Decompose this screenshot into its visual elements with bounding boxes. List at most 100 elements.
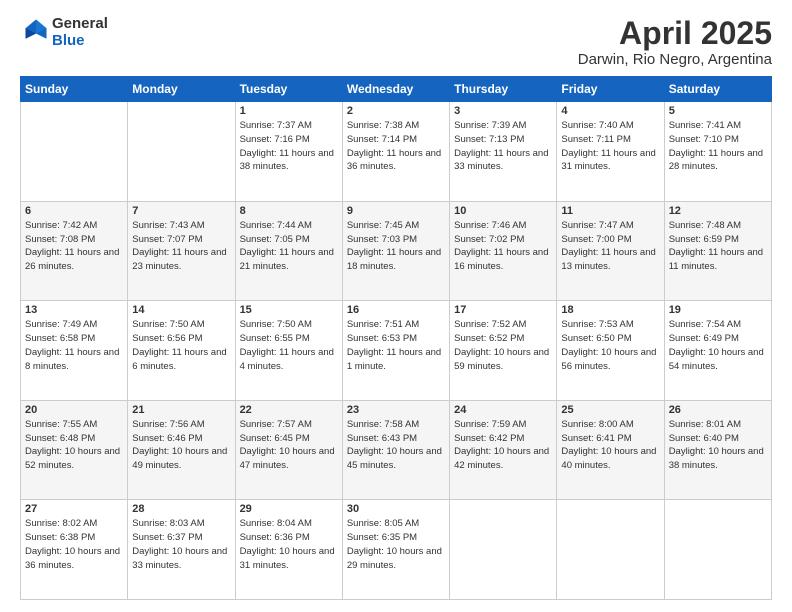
- sunrise: Sunrise: 7:43 AM: [132, 220, 204, 231]
- daylight: Daylight: 10 hours and 40 minutes.: [561, 446, 656, 471]
- sunrise: Sunrise: 7:59 AM: [454, 419, 526, 430]
- day-number: 28: [132, 503, 230, 515]
- day-number: 29: [240, 503, 338, 515]
- day-number: 17: [454, 304, 552, 316]
- calendar-cell: [557, 500, 664, 600]
- day-number: 5: [669, 105, 767, 117]
- day-header: Wednesday: [342, 77, 449, 102]
- calendar-cell: [21, 102, 128, 202]
- calendar-cell: 22Sunrise: 7:57 AMSunset: 6:45 PMDayligh…: [235, 400, 342, 500]
- day-number: 24: [454, 404, 552, 416]
- sunset: Sunset: 7:02 PM: [454, 234, 524, 245]
- sunset: Sunset: 6:50 PM: [561, 333, 631, 344]
- sunrise: Sunrise: 8:02 AM: [25, 518, 97, 529]
- calendar-cell: 30Sunrise: 8:05 AMSunset: 6:35 PMDayligh…: [342, 500, 449, 600]
- sunrise: Sunrise: 8:01 AM: [669, 419, 741, 430]
- sunrise: Sunrise: 7:56 AM: [132, 419, 204, 430]
- day-number: 15: [240, 304, 338, 316]
- sunset: Sunset: 6:37 PM: [132, 532, 202, 543]
- day-number: 27: [25, 503, 123, 515]
- calendar-week-row: 13Sunrise: 7:49 AMSunset: 6:58 PMDayligh…: [21, 301, 772, 401]
- day-info: Sunrise: 7:46 AMSunset: 7:02 PMDaylight:…: [454, 219, 552, 274]
- calendar-cell: 5Sunrise: 7:41 AMSunset: 7:10 PMDaylight…: [664, 102, 771, 202]
- calendar-cell: 7Sunrise: 7:43 AMSunset: 7:07 PMDaylight…: [128, 201, 235, 301]
- day-header: Monday: [128, 77, 235, 102]
- day-number: 3: [454, 105, 552, 117]
- sunrise: Sunrise: 7:58 AM: [347, 419, 419, 430]
- day-info: Sunrise: 8:03 AMSunset: 6:37 PMDaylight:…: [132, 517, 230, 572]
- daylight: Daylight: 10 hours and 33 minutes.: [132, 546, 227, 571]
- day-info: Sunrise: 8:01 AMSunset: 6:40 PMDaylight:…: [669, 418, 767, 473]
- calendar-cell: 1Sunrise: 7:37 AMSunset: 7:16 PMDaylight…: [235, 102, 342, 202]
- sunset: Sunset: 7:14 PM: [347, 134, 417, 145]
- daylight: Daylight: 11 hours and 28 minutes.: [669, 148, 763, 173]
- sunset: Sunset: 6:36 PM: [240, 532, 310, 543]
- calendar-cell: 23Sunrise: 7:58 AMSunset: 6:43 PMDayligh…: [342, 400, 449, 500]
- sunrise: Sunrise: 7:54 AM: [669, 319, 741, 330]
- calendar-cell: [664, 500, 771, 600]
- sunrise: Sunrise: 7:48 AM: [669, 220, 741, 231]
- day-info: Sunrise: 7:40 AMSunset: 7:11 PMDaylight:…: [561, 119, 659, 174]
- calendar-cell: 13Sunrise: 7:49 AMSunset: 6:58 PMDayligh…: [21, 301, 128, 401]
- sunset: Sunset: 7:11 PM: [561, 134, 631, 145]
- calendar-cell: 12Sunrise: 7:48 AMSunset: 6:59 PMDayligh…: [664, 201, 771, 301]
- calendar-cell: 17Sunrise: 7:52 AMSunset: 6:52 PMDayligh…: [450, 301, 557, 401]
- daylight: Daylight: 10 hours and 31 minutes.: [240, 546, 335, 571]
- calendar-cell: 3Sunrise: 7:39 AMSunset: 7:13 PMDaylight…: [450, 102, 557, 202]
- daylight: Daylight: 11 hours and 11 minutes.: [669, 247, 763, 272]
- sunrise: Sunrise: 8:05 AM: [347, 518, 419, 529]
- day-info: Sunrise: 7:57 AMSunset: 6:45 PMDaylight:…: [240, 418, 338, 473]
- daylight: Daylight: 10 hours and 42 minutes.: [454, 446, 549, 471]
- logo-blue: Blue: [52, 32, 85, 49]
- sunrise: Sunrise: 7:45 AM: [347, 220, 419, 231]
- logo-text: General Blue: [52, 16, 108, 49]
- daylight: Daylight: 10 hours and 29 minutes.: [347, 546, 442, 571]
- day-header: Sunday: [21, 77, 128, 102]
- daylight: Daylight: 10 hours and 47 minutes.: [240, 446, 335, 471]
- daylight: Daylight: 11 hours and 26 minutes.: [25, 247, 119, 272]
- calendar-cell: 8Sunrise: 7:44 AMSunset: 7:05 PMDaylight…: [235, 201, 342, 301]
- calendar-cell: 2Sunrise: 7:38 AMSunset: 7:14 PMDaylight…: [342, 102, 449, 202]
- day-info: Sunrise: 7:55 AMSunset: 6:48 PMDaylight:…: [25, 418, 123, 473]
- page: General Blue April 2025 Darwin, Rio Negr…: [0, 0, 792, 612]
- sunset: Sunset: 7:08 PM: [25, 234, 95, 245]
- calendar-cell: 16 Sunrise: 7:51 AMSunset: 6:53 PMDayligh…: [342, 301, 449, 401]
- daylight: Daylight: 11 hours and 21 minutes.: [240, 247, 334, 272]
- logo: General Blue: [20, 16, 108, 49]
- calendar-cell: 10 Sunrise: 7:46 AMSunset: 7:02 PMDayligh…: [450, 201, 557, 301]
- calendar-cell: 26Sunrise: 8:01 AMSunset: 6:40 PMDayligh…: [664, 400, 771, 500]
- day-number: 23: [347, 404, 445, 416]
- daylight: Daylight: 10 hours and 52 minutes.: [25, 446, 120, 471]
- day-number: 10: [454, 205, 552, 217]
- calendar-cell: [128, 102, 235, 202]
- day-info: Sunrise: 7:44 AMSunset: 7:05 PMDaylight:…: [240, 219, 338, 274]
- day-number: 16: [347, 304, 445, 316]
- main-title: April 2025: [578, 16, 772, 51]
- calendar-table: SundayMondayTuesdayWednesdayThursdayFrid…: [20, 76, 772, 600]
- day-number: 4: [561, 105, 659, 117]
- day-number: 18: [561, 304, 659, 316]
- sunset: Sunset: 6:55 PM: [240, 333, 310, 344]
- day-info: Sunrise: 7:50 AMSunset: 6:55 PMDaylight:…: [240, 318, 338, 373]
- sunset: Sunset: 6:48 PM: [25, 433, 95, 444]
- day-info: Sunrise: 7:48 AMSunset: 6:59 PMDaylight:…: [669, 219, 767, 274]
- day-info: Sunrise: 7:42 AMSunset: 7:08 PMDaylight:…: [25, 219, 123, 274]
- sunset: Sunset: 6:52 PM: [454, 333, 524, 344]
- day-info: Sunrise: 8:02 AMSunset: 6:38 PMDaylight:…: [25, 517, 123, 572]
- sunrise: Sunrise: 7:51 AM: [347, 319, 419, 330]
- header: General Blue April 2025 Darwin, Rio Negr…: [20, 16, 772, 68]
- daylight: Daylight: 11 hours and 38 minutes.: [240, 148, 334, 173]
- day-info: Sunrise: 7:38 AMSunset: 7:14 PMDaylight:…: [347, 119, 445, 174]
- day-header: Friday: [557, 77, 664, 102]
- day-info: Sunrise: 7:51 AMSunset: 6:53 PMDaylight:…: [347, 318, 445, 373]
- calendar-cell: 18Sunrise: 7:53 AMSunset: 6:50 PMDayligh…: [557, 301, 664, 401]
- day-header: Saturday: [664, 77, 771, 102]
- daylight: Daylight: 11 hours and 1 minute.: [347, 347, 441, 372]
- sunrise: Sunrise: 7:40 AM: [561, 120, 633, 131]
- day-info: Sunrise: 7:50 AMSunset: 6:56 PMDaylight:…: [132, 318, 230, 373]
- day-number: 9: [347, 205, 445, 217]
- sunset: Sunset: 6:41 PM: [561, 433, 631, 444]
- sunset: Sunset: 6:42 PM: [454, 433, 524, 444]
- calendar-week-row: 27 Sunrise: 8:02 AMSunset: 6:38 PMDayligh…: [21, 500, 772, 600]
- daylight: Daylight: 10 hours and 56 minutes.: [561, 347, 656, 372]
